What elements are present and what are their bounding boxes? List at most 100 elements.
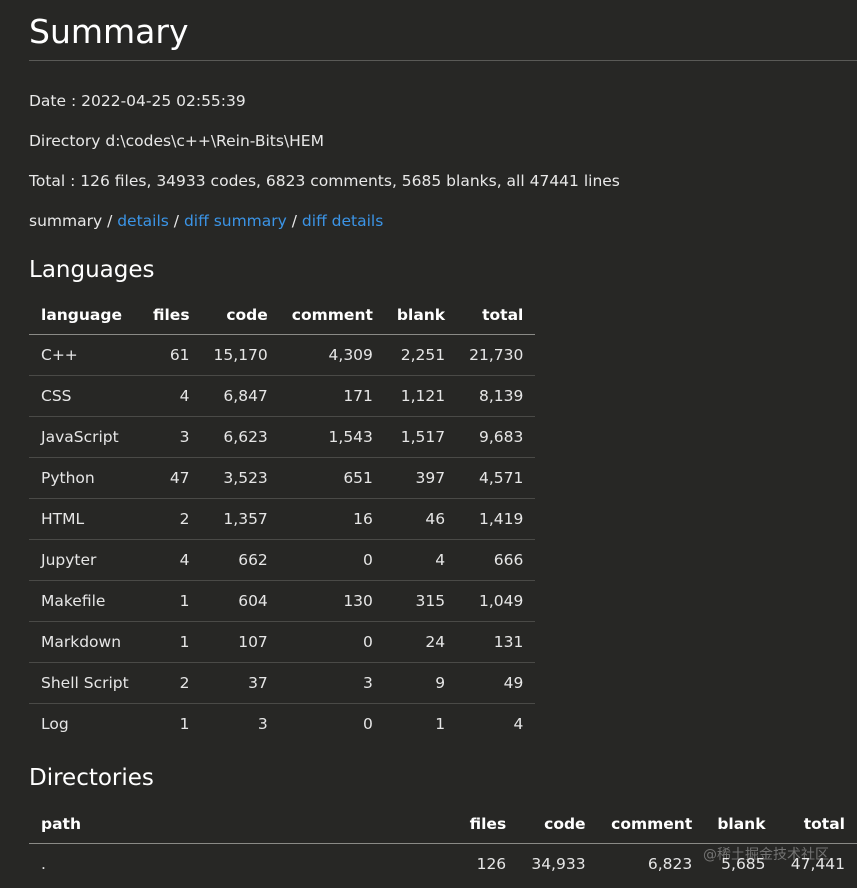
total-cell: 49 (457, 662, 536, 704)
blank-cell: 2,251 (384, 334, 458, 376)
language-cell: Shell Script (29, 662, 141, 704)
table-row: CSS 4 6,847 171 1,121 8,139 (29, 375, 536, 417)
column-header-code: code (518, 804, 598, 844)
total-cell: 21,730 (457, 334, 536, 376)
column-header-comment: comment (597, 804, 705, 844)
code-cell: 6,847 (201, 375, 280, 417)
nav-separator: / (286, 212, 302, 230)
files-cell: 2 (141, 498, 202, 540)
watermark: @稀土掘金技术社区 (703, 847, 829, 863)
files-cell: 1 (141, 580, 202, 622)
files-cell: 126 (476, 855, 507, 873)
comment-cell: 0 (279, 621, 385, 663)
report-total: Total : 126 files, 34933 codes, 6823 com… (29, 172, 620, 190)
column-header-blank: blank (704, 804, 778, 844)
code-cell: 3 (257, 715, 268, 733)
comment-cell: 1,543 (279, 416, 385, 458)
blank-cell: 397 (384, 457, 458, 499)
column-header-path: path (29, 804, 450, 844)
files-cell: 4 (141, 539, 202, 581)
table-row: Shell Script 2 37 3 9 49 (29, 662, 536, 704)
language-cell: Jupyter (29, 539, 141, 581)
comment-cell: 16 (279, 498, 385, 540)
report-page: Summary Date : 2022-04-25 02:55:39 Direc… (29, 0, 857, 873)
column-header-blank: blank (384, 295, 458, 335)
column-header-files: files (449, 804, 519, 844)
blank-cell: 1 (435, 715, 446, 733)
report-date: Date : 2022-04-25 02:55:39 (29, 92, 246, 110)
total-cell: 4,571 (457, 457, 536, 499)
comment-cell: 4,309 (279, 334, 385, 376)
blank-cell: 315 (384, 580, 458, 622)
code-cell: 34,933 (531, 855, 586, 873)
table-row: Jupyter 4 662 0 4 666 (29, 539, 536, 581)
language-cell: CSS (29, 375, 141, 417)
blank-cell: 4 (384, 539, 458, 581)
comment-cell: 6,823 (647, 855, 693, 873)
table-header-row: path files code comment blank total (29, 804, 857, 844)
title-divider (29, 60, 857, 61)
code-cell: 6,623 (201, 416, 280, 458)
blank-cell: 1,121 (384, 375, 458, 417)
column-header-total: total (457, 295, 536, 335)
languages-heading: Languages (29, 257, 155, 283)
nav-diff-summary-link[interactable]: diff summary (184, 212, 287, 230)
language-cell: Log (41, 715, 69, 733)
files-cell: 3 (141, 416, 202, 458)
comment-cell: 130 (279, 580, 385, 622)
nav-separator: / (168, 212, 184, 230)
code-cell: 3,523 (201, 457, 280, 499)
code-cell: 107 (201, 621, 280, 663)
nav-separator: / (102, 212, 118, 230)
files-cell: 4 (141, 375, 202, 417)
files-cell: 1 (179, 715, 190, 733)
column-header-language: language (29, 295, 141, 335)
language-cell: HTML (29, 498, 141, 540)
total-cell: 4 (513, 715, 524, 733)
total-cell: 1,419 (457, 498, 536, 540)
column-header-total: total (777, 804, 857, 844)
language-cell: Markdown (29, 621, 141, 663)
language-cell: Makefile (29, 580, 141, 622)
comment-cell: 171 (279, 375, 385, 417)
nav-diff-details-link[interactable]: diff details (302, 212, 383, 230)
total-cell: 9,683 (457, 416, 536, 458)
table-row: Markdown 1 107 0 24 131 (29, 621, 536, 663)
report-nav: summary / details / diff summary / diff … (29, 211, 383, 231)
column-header-files: files (141, 295, 202, 335)
table-row: Log 1 3 0 1 4 (29, 704, 535, 745)
language-cell: Python (29, 457, 141, 499)
files-cell: 61 (141, 334, 202, 376)
column-header-code: code (201, 295, 280, 335)
code-cell: 1,357 (201, 498, 280, 540)
table-row: HTML 2 1,357 16 46 1,419 (29, 498, 536, 540)
comment-cell: 3 (279, 662, 385, 704)
language-cell: JavaScript (29, 416, 141, 458)
blank-cell: 46 (384, 498, 458, 540)
path-cell: . (41, 855, 46, 873)
comment-cell: 0 (363, 715, 373, 733)
total-cell: 666 (457, 539, 536, 581)
files-cell: 2 (141, 662, 202, 704)
total-cell: 131 (457, 621, 536, 663)
report-directory: Directory d:\codes\c++\Rein-Bits\HEM (29, 132, 324, 150)
table-header-row: language files code comment blank total (29, 295, 536, 335)
code-cell: 15,170 (201, 334, 280, 376)
blank-cell: 1,517 (384, 416, 458, 458)
code-cell: 37 (201, 662, 280, 704)
column-header-comment: comment (279, 295, 385, 335)
comment-cell: 651 (279, 457, 385, 499)
languages-table: language files code comment blank total … (29, 295, 536, 745)
table-row: Makefile 1 604 130 315 1,049 (29, 580, 536, 622)
blank-cell: 9 (384, 662, 458, 704)
nav-details-link[interactable]: details (117, 212, 169, 230)
table-row: JavaScript 3 6,623 1,543 1,517 9,683 (29, 416, 536, 458)
blank-cell: 24 (384, 621, 458, 663)
total-cell: 1,049 (457, 580, 536, 622)
total-cell: 8,139 (457, 375, 536, 417)
directories-heading: Directories (29, 765, 154, 791)
files-cell: 47 (141, 457, 202, 499)
language-cell: C++ (29, 334, 141, 376)
files-cell: 1 (141, 621, 202, 663)
code-cell: 662 (201, 539, 280, 581)
